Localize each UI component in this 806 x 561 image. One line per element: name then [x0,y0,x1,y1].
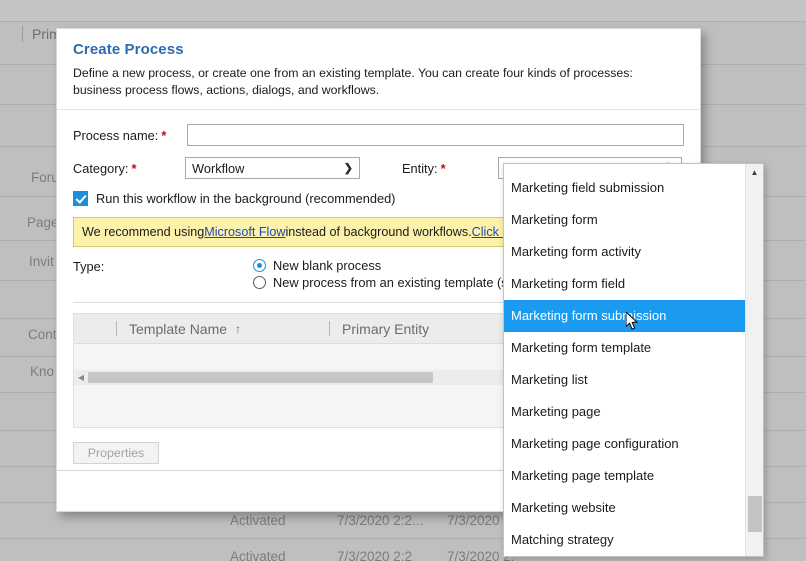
required-asterisk-entity: * [440,160,446,176]
entity-dropdown-item[interactable]: Marketing form submission [504,300,745,332]
entity-dropdown-item[interactable]: Matching strategy [504,524,745,556]
column-header-primary-entity[interactable]: Primary Entity [329,321,429,337]
background-status-activated-1: Activated [230,513,286,528]
run-in-background-checkbox[interactable] [73,191,88,206]
entity-dropdown-item[interactable]: Marketing page configuration [504,428,745,460]
background-cell-forum: Foru [31,170,59,185]
dialog-title: Create Process [73,41,184,58]
background-cell-contact: Cont [28,327,57,342]
background-cell-page: Page [27,215,59,230]
run-in-background-label: Run this workflow in the background (rec… [96,191,396,206]
entity-dropdown-item[interactable]: Marketing form [504,204,745,236]
column-divider-icon-1 [116,321,117,336]
scroll-left-arrow-icon[interactable]: ◀ [74,373,88,382]
dialog-subtitle: Define a new process, or create one from… [73,66,633,97]
screen: Prim Foru Page Invit Cont Kno Activated … [0,0,806,561]
entity-dropdown-scrollbar[interactable]: ▲ [745,164,763,556]
background-date-created-2: 7/3/2020 2:2 [337,549,413,561]
required-asterisk-process-name: * [161,127,167,143]
chevron-down-icon-category: ❯ [343,162,353,175]
background-cell-knowledge: Kno [30,364,55,379]
background-status-activated-2: Activated [230,549,286,561]
column-header-template-name-label: Template Name [129,320,228,337]
radio-label-new-blank-process: New blank process [273,258,382,273]
entity-dropdown-item[interactable]: Marketing form field [504,268,745,300]
info-text-before: We recommend using [82,225,205,239]
category-label-text: Category: [73,160,129,176]
background-date-created-1: 7/3/2020 2:2... [337,513,424,528]
category-label: Category: * [73,161,185,176]
info-text-middle: instead of background workflows. [285,225,472,239]
background-column-separator [22,26,23,42]
entity-dropdown-item[interactable]: Marketing website [504,492,745,524]
column-header-primary-entity-label: Primary Entity [342,320,430,337]
type-label: Type: [73,259,105,274]
background-cell-invite: Invit [29,254,54,269]
dialog-header: Create Process Define a new process, or … [57,29,700,110]
process-name-label-text: Process name: [73,127,159,143]
process-name-input[interactable] [187,124,684,146]
column-divider-icon-2 [329,321,331,336]
entity-dropdown-item[interactable]: Marketing page [504,396,745,428]
entity-dropdown-item[interactable]: Marketing page template [504,460,745,492]
radio-icon-from-template[interactable] [253,276,266,289]
entity-dropdown-list: Marketing field submission Marketing form… [504,164,745,556]
entity-dropdown-item[interactable]: Marketing field submission [504,172,745,204]
entity-label: Entity: * [402,161,498,176]
vertical-scroll-thumb[interactable] [748,496,762,532]
properties-button[interactable]: Properties [73,442,159,464]
scroll-up-arrow-icon[interactable]: ▲ [746,164,763,181]
entity-dropdown-item[interactable]: Marketing form activity [504,236,745,268]
sort-ascending-icon: ↑ [235,321,242,336]
radio-icon-new-blank-process[interactable] [253,259,266,272]
entity-dropdown-popup[interactable]: Marketing field submission Marketing form… [503,163,764,557]
entity-dropdown-item[interactable]: Marketing list [504,364,745,396]
microsoft-flow-link[interactable]: Microsoft Flow [204,225,285,239]
process-name-label: Process name: * [73,128,185,143]
entity-label-text: Entity: [402,160,438,176]
process-name-row: Process name: * [57,124,700,146]
entity-dropdown-item[interactable]: Marketing form template [504,332,745,364]
category-select[interactable]: Workflow ❯ [185,157,360,179]
column-header-template-name[interactable]: Template Name ↑ [116,321,241,337]
horizontal-scroll-thumb[interactable] [88,372,433,383]
category-select-value: Workflow [192,160,245,176]
required-asterisk-category: * [131,160,137,176]
